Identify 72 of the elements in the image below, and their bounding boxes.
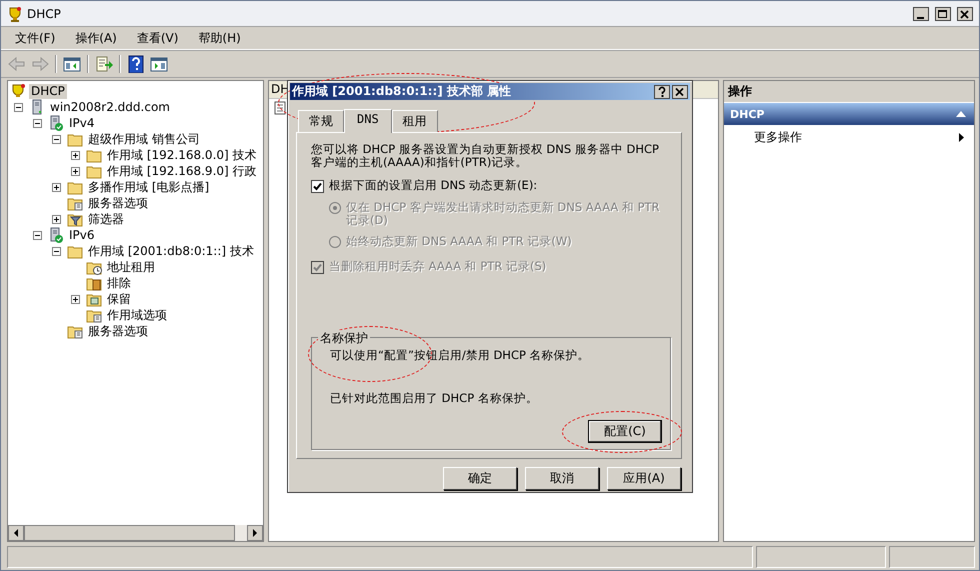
collapse-icon[interactable] bbox=[33, 230, 42, 240]
radio-label: 始终动态更新 DNS AAAA 和 PTR 记录(W) bbox=[346, 235, 572, 248]
tab[interactable]: DNS bbox=[344, 109, 392, 134]
tree-item[interactable]: 服务器选项 bbox=[86, 196, 150, 210]
hint-text: 可以使用“配置”按钮启用/禁用 DHCP 名称保护。 bbox=[330, 348, 591, 363]
tree-item[interactable]: 地址租用 bbox=[105, 260, 157, 274]
help-button[interactable] bbox=[654, 84, 670, 99]
dialog-button[interactable]: 应用(A) bbox=[607, 467, 681, 490]
action-item[interactable]: 更多操作 bbox=[754, 129, 802, 146]
collapse-icon[interactable] bbox=[52, 246, 61, 256]
tree-item[interactable]: 服务器选项 bbox=[86, 324, 150, 338]
window-title: DHCP bbox=[27, 6, 61, 20]
radio-label: 仅在 DHCP 客户端发出请求时动态更新 DNS AAAA 和 PTR 记录(D) bbox=[346, 201, 661, 228]
scroll-right-icon[interactable] bbox=[247, 525, 263, 541]
expand-icon[interactable] bbox=[52, 214, 61, 224]
tree-item[interactable]: IPv6 bbox=[67, 228, 97, 242]
actions-header: 操作 bbox=[724, 81, 974, 103]
maximize-button[interactable] bbox=[935, 6, 951, 20]
expand-icon[interactable] bbox=[52, 182, 61, 192]
status-text: 已针对此范围启用了 DHCP 名称保护。 bbox=[330, 391, 539, 406]
scroll-left-icon[interactable] bbox=[8, 525, 24, 541]
minimize-button[interactable] bbox=[913, 6, 929, 20]
menu-item[interactable]: 帮助(H) bbox=[190, 28, 249, 48]
close-button[interactable] bbox=[672, 84, 688, 99]
scroll-thumb[interactable] bbox=[24, 525, 235, 541]
server-check-icon bbox=[48, 115, 64, 131]
document-arrow-icon[interactable] bbox=[94, 55, 114, 73]
menu-item[interactable]: 操作(A) bbox=[67, 28, 125, 48]
close-button[interactable] bbox=[957, 6, 973, 20]
document-icon bbox=[274, 101, 286, 115]
expand-icon[interactable] bbox=[71, 294, 80, 304]
submenu-arrow-icon bbox=[959, 133, 964, 142]
tree-item[interactable]: 筛选器 bbox=[86, 212, 126, 226]
section-title: DHCP bbox=[730, 108, 764, 120]
help-icon[interactable] bbox=[126, 55, 146, 73]
collapse-icon[interactable] bbox=[33, 118, 42, 128]
tab[interactable]: 租用 bbox=[392, 110, 438, 132]
tab[interactable]: 常规 bbox=[298, 110, 344, 132]
checkbox-label: 当删除租用时丢弃 AAAA 和 PTR 记录(S) bbox=[329, 260, 546, 274]
tree-item[interactable]: DHCP bbox=[29, 84, 67, 98]
actions-section[interactable]: DHCP bbox=[724, 103, 974, 125]
expand-icon[interactable] bbox=[71, 150, 80, 160]
expand-icon[interactable] bbox=[71, 166, 80, 176]
tree-item[interactable]: 作用域 [2001:db8:0:1::] 技术 bbox=[86, 244, 256, 258]
menu-item[interactable]: 文件(F) bbox=[7, 28, 64, 48]
tree-item[interactable]: 作用域 [192.168.9.0] 行政 bbox=[105, 164, 259, 178]
tree-item[interactable]: 超级作用域 销售公司 bbox=[86, 132, 202, 146]
tree-item[interactable]: 多播作用域 [电影点播] bbox=[86, 180, 212, 194]
collapse-icon[interactable] bbox=[14, 102, 23, 112]
tree-item[interactable]: IPv4 bbox=[67, 116, 97, 130]
tree-item[interactable]: 作用域 [192.168.0.0] 技术 bbox=[105, 148, 259, 162]
dialog-title: 作用域 [2001:db8:0:1::] 技术部 属性 bbox=[292, 83, 512, 100]
pane-icon[interactable] bbox=[62, 55, 82, 73]
dialog-button[interactable]: 取消 bbox=[525, 467, 599, 490]
tree-item[interactable]: 保留 bbox=[105, 292, 133, 306]
description-text: 您可以将 DHCP 服务器设置为自动更新授权 DNS 服务器中 DHCP 客户端的主机(AAAA)和指针(PTR)记录。 bbox=[311, 143, 660, 170]
server-check-icon bbox=[48, 227, 64, 243]
group-label: 名称保护 bbox=[318, 330, 370, 347]
tree-item[interactable]: 排除 bbox=[105, 276, 133, 290]
pane-icon[interactable] bbox=[149, 55, 169, 73]
menu-item[interactable]: 查看(V) bbox=[128, 28, 186, 48]
horizontal-scrollbar[interactable] bbox=[8, 525, 263, 541]
tree-item[interactable]: win2008r2.ddd.com bbox=[48, 100, 172, 114]
dialog-button[interactable]: 确定 bbox=[443, 467, 517, 490]
collapse-icon[interactable] bbox=[52, 134, 61, 144]
collapse-arrow-icon[interactable] bbox=[956, 111, 966, 117]
checkbox-label: 根据下面的设置启用 DNS 动态更新(E): bbox=[329, 179, 538, 192]
checkbox[interactable] bbox=[311, 180, 324, 194]
configure-button[interactable]: 配置(C) bbox=[588, 420, 662, 443]
trophy-icon bbox=[7, 6, 23, 22]
tree-item[interactable]: 作用域选项 bbox=[105, 308, 169, 322]
trophy-icon bbox=[10, 83, 26, 99]
